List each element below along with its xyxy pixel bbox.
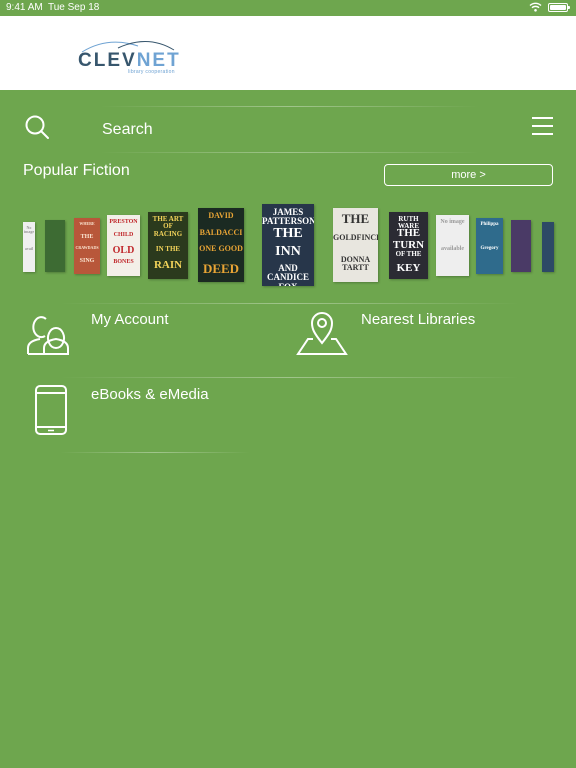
book-cover[interactable]: [542, 222, 554, 272]
book-cover-text: ONE GOOD: [199, 244, 243, 253]
book-cover-text: DAVID: [208, 211, 234, 220]
book-cover-text: SING: [79, 258, 95, 264]
divider: [60, 377, 520, 378]
book-cover-text: BONES: [113, 259, 134, 265]
status-time: 9:41 AM: [6, 2, 43, 13]
tablet-icon: [35, 385, 67, 435]
book-cover-text: INN: [275, 244, 301, 259]
book-cover-text: RAIN: [153, 259, 183, 271]
book-cover-text: THE: [341, 211, 370, 226]
user-group-icon: [27, 316, 69, 355]
book-cover-text: OLD: [112, 245, 135, 256]
nearest-libraries-label: Nearest Libraries: [361, 311, 476, 328]
search-field[interactable]: Search: [102, 121, 153, 139]
search-icon[interactable]: [24, 114, 50, 140]
section-title-popular-fiction: Popular Fiction: [23, 162, 130, 179]
book-cover-text: BALDACCI: [199, 228, 243, 237]
book-cover-text: RACING: [153, 230, 183, 238]
book-cover[interactable]: Philippa Gregory: [476, 218, 503, 274]
more-button[interactable]: more >: [384, 164, 553, 186]
nearest-libraries-button[interactable]: Nearest Libraries: [290, 305, 556, 375]
book-cover[interactable]: [511, 220, 531, 272]
wifi-icon: [529, 2, 542, 12]
book-cover-text: DONNA TARTT: [340, 255, 371, 273]
book-cover-text: THE ART OF: [152, 215, 184, 231]
status-icons: [529, 2, 570, 12]
book-cover-text: CRAWDADS: [75, 245, 99, 250]
book-cover-text: PRESTON: [109, 219, 138, 225]
book-cover-text: GOLDFINCH: [333, 233, 378, 242]
book-carousel[interactable]: No image avail WHERE THE CRAWDADS SING PREST…: [0, 200, 576, 292]
book-cover-text: THE: [273, 226, 303, 241]
divider: [60, 452, 250, 453]
logo-text-main: CLEV: [78, 50, 137, 71]
hamburger-menu-icon[interactable]: [532, 117, 554, 135]
book-cover[interactable]: RUTH WARE THE TURN OF THE KEY: [389, 212, 428, 279]
book-cover-text: THE: [80, 234, 94, 240]
book-cover-text: AND CANDICE FOX: [266, 263, 309, 286]
app-header: CLEVNET library cooperation: [0, 16, 576, 90]
clevnet-logo: CLEVNET library cooperation: [78, 38, 181, 75]
book-cover-text: No image: [23, 225, 35, 235]
book-cover-text: Philippa: [480, 222, 499, 227]
my-account-label: My Account: [91, 311, 169, 328]
book-cover[interactable]: WHERE THE CRAWDADS SING: [74, 218, 100, 274]
book-cover-text: available: [440, 246, 464, 252]
book-cover[interactable]: THE GOLDFINCH DONNA TARTT: [333, 208, 378, 282]
book-cover-text: Gregory: [480, 246, 499, 251]
book-cover-text: WHERE: [79, 221, 95, 226]
divider: [100, 152, 480, 153]
book-cover-text: THE: [396, 227, 421, 239]
book-cover-text: OF THE: [395, 250, 422, 258]
status-date: Tue Sep 18: [48, 2, 100, 13]
book-cover[interactable]: PRESTON CHILD OLD BONES: [107, 215, 140, 276]
ebooks-emedia-label: eBooks & eMedia: [91, 386, 209, 403]
book-cover-text: JAMES PATTERSON: [262, 207, 314, 227]
book-cover-text: IN THE: [155, 245, 181, 253]
ebooks-emedia-button[interactable]: eBooks & eMedia: [20, 380, 270, 450]
divider: [60, 303, 520, 304]
book-cover[interactable]: No image avail: [23, 222, 35, 272]
book-cover-text: avail: [24, 246, 34, 251]
battery-icon: [548, 2, 570, 12]
book-cover[interactable]: [45, 220, 65, 272]
book-cover-text: DEED: [202, 261, 240, 276]
book-cover[interactable]: DAVID BALDACCI ONE GOOD DEED: [198, 208, 244, 282]
book-cover[interactable]: No image available: [436, 215, 469, 276]
divider: [100, 106, 480, 107]
book-cover-text: No image: [440, 219, 465, 225]
logo-subtitle: library cooperation: [128, 69, 175, 75]
map-pin-icon: [296, 312, 348, 355]
logo-text-accent: NET: [136, 50, 181, 71]
my-account-button[interactable]: My Account: [20, 305, 270, 375]
battery-level: [550, 4, 566, 10]
book-cover-text: CHILD: [113, 232, 134, 238]
status-bar: 9:41 AM Tue Sep 18: [0, 0, 576, 16]
book-cover[interactable]: JAMES PATTERSONTHE INN AND CANDICE FOX: [262, 204, 314, 286]
book-cover-text: KEY: [396, 262, 421, 274]
book-cover[interactable]: THE ART OF RACING IN THE RAIN: [148, 212, 188, 279]
